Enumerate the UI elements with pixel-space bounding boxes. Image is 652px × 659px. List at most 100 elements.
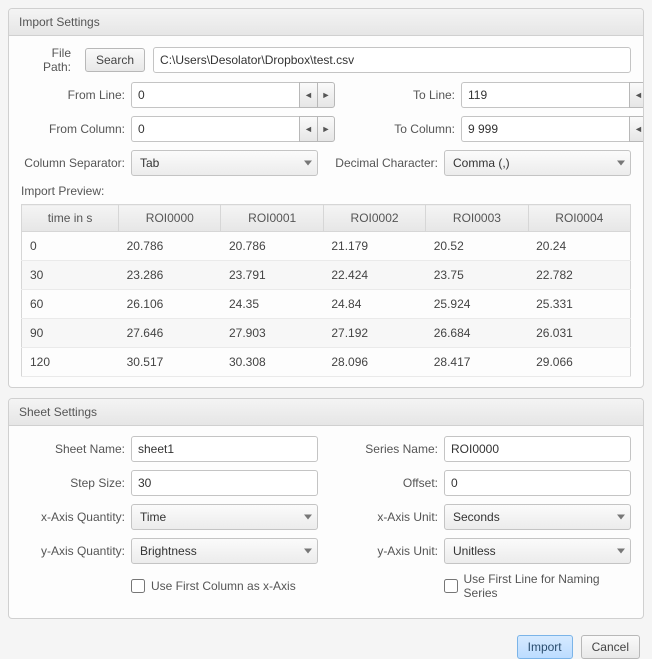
series-name-input[interactable] bbox=[444, 436, 631, 462]
to-line-label: To Line: bbox=[351, 88, 461, 102]
to-line-input[interactable] bbox=[461, 82, 629, 108]
from-line-increment[interactable]: ► bbox=[317, 82, 335, 108]
offset-label: Offset: bbox=[334, 476, 444, 490]
y-axis-unit-value: Unitless bbox=[453, 544, 496, 558]
table-cell: 22.782 bbox=[528, 261, 630, 290]
to-column-spinner: ◄ ► bbox=[461, 116, 644, 142]
table-cell: 20.52 bbox=[426, 232, 528, 261]
preview-header[interactable]: ROI0001 bbox=[221, 205, 323, 232]
chevron-down-icon bbox=[617, 549, 625, 554]
import-button[interactable]: Import bbox=[517, 635, 573, 659]
from-column-spinner: ◄ ► bbox=[131, 116, 335, 142]
column-separator-select[interactable]: Tab bbox=[131, 150, 318, 176]
offset-input[interactable] bbox=[444, 470, 631, 496]
dialog-footer: Import Cancel bbox=[8, 629, 644, 659]
table-cell: 27.646 bbox=[119, 319, 221, 348]
table-cell: 28.417 bbox=[426, 348, 528, 377]
x-axis-unit-select[interactable]: Seconds bbox=[444, 504, 631, 530]
preview-header[interactable]: time in s bbox=[22, 205, 119, 232]
import-settings-panel: Import Settings File Path: Search From L… bbox=[8, 8, 644, 388]
table-cell: 30 bbox=[22, 261, 119, 290]
y-axis-quantity-label: y-Axis Quantity: bbox=[21, 544, 131, 558]
step-size-input[interactable] bbox=[131, 470, 318, 496]
table-cell: 120 bbox=[22, 348, 119, 377]
table-cell: 0 bbox=[22, 232, 119, 261]
table-cell: 27.192 bbox=[323, 319, 425, 348]
table-cell: 26.031 bbox=[528, 319, 630, 348]
table-cell: 20.786 bbox=[221, 232, 323, 261]
cancel-button[interactable]: Cancel bbox=[581, 635, 640, 659]
to-line-spinner: ◄ ► bbox=[461, 82, 644, 108]
step-size-label: Step Size: bbox=[21, 476, 131, 490]
to-line-decrement[interactable]: ◄ bbox=[629, 82, 644, 108]
column-separator-value: Tab bbox=[140, 156, 159, 170]
x-axis-quantity-label: x-Axis Quantity: bbox=[21, 510, 131, 524]
preview-header[interactable]: ROI0002 bbox=[323, 205, 425, 232]
table-cell: 23.75 bbox=[426, 261, 528, 290]
from-line-label: From Line: bbox=[21, 88, 131, 102]
table-cell: 90 bbox=[22, 319, 119, 348]
to-column-decrement[interactable]: ◄ bbox=[629, 116, 644, 142]
preview-header[interactable]: ROI0004 bbox=[528, 205, 630, 232]
chevron-down-icon bbox=[617, 515, 625, 520]
chevron-down-icon bbox=[304, 549, 312, 554]
sheet-settings-panel: Sheet Settings Sheet Name: Series Name: … bbox=[8, 398, 644, 619]
y-axis-quantity-select[interactable]: Brightness bbox=[131, 538, 318, 564]
table-cell: 20.786 bbox=[119, 232, 221, 261]
use-first-line-checkbox-input[interactable] bbox=[444, 579, 458, 593]
x-axis-unit-value: Seconds bbox=[453, 510, 500, 524]
x-axis-quantity-select[interactable]: Time bbox=[131, 504, 318, 530]
table-cell: 28.096 bbox=[323, 348, 425, 377]
table-cell: 26.106 bbox=[119, 290, 221, 319]
table-cell: 60 bbox=[22, 290, 119, 319]
x-axis-unit-label: x-Axis Unit: bbox=[334, 510, 444, 524]
table-cell: 25.924 bbox=[426, 290, 528, 319]
table-cell: 29.066 bbox=[528, 348, 630, 377]
from-column-label: From Column: bbox=[21, 122, 131, 136]
from-column-decrement[interactable]: ◄ bbox=[299, 116, 317, 142]
table-cell: 27.903 bbox=[221, 319, 323, 348]
table-cell: 30.308 bbox=[221, 348, 323, 377]
from-line-decrement[interactable]: ◄ bbox=[299, 82, 317, 108]
use-first-column-checkbox[interactable]: Use First Column as x-Axis bbox=[131, 579, 296, 593]
import-preview-label: Import Preview: bbox=[21, 184, 631, 198]
decimal-character-select[interactable]: Comma (,) bbox=[444, 150, 631, 176]
table-cell: 25.331 bbox=[528, 290, 630, 319]
decimal-character-label: Decimal Character: bbox=[334, 156, 444, 170]
preview-header[interactable]: ROI0003 bbox=[426, 205, 528, 232]
table-cell: 26.684 bbox=[426, 319, 528, 348]
use-first-line-checkbox[interactable]: Use First Line for Naming Series bbox=[444, 572, 631, 600]
from-line-spinner: ◄ ► bbox=[131, 82, 335, 108]
y-axis-unit-select[interactable]: Unitless bbox=[444, 538, 631, 564]
table-cell: 22.424 bbox=[323, 261, 425, 290]
chevron-down-icon bbox=[304, 515, 312, 520]
to-column-label: To Column: bbox=[351, 122, 461, 136]
decimal-character-value: Comma (,) bbox=[453, 156, 510, 170]
table-cell: 23.791 bbox=[221, 261, 323, 290]
search-button[interactable]: Search bbox=[85, 48, 145, 72]
sheet-name-input[interactable] bbox=[131, 436, 318, 462]
import-settings-title: Import Settings bbox=[9, 9, 643, 36]
from-line-input[interactable] bbox=[131, 82, 299, 108]
from-column-input[interactable] bbox=[131, 116, 299, 142]
preview-header[interactable]: ROI0000 bbox=[119, 205, 221, 232]
to-column-input[interactable] bbox=[461, 116, 629, 142]
file-path-label: File Path: bbox=[21, 46, 77, 74]
use-first-column-label: Use First Column as x-Axis bbox=[151, 579, 296, 593]
table-cell: 20.24 bbox=[528, 232, 630, 261]
table-row: 020.78620.78621.17920.5220.24 bbox=[22, 232, 631, 261]
table-row: 6026.10624.3524.8425.92425.331 bbox=[22, 290, 631, 319]
table-cell: 23.286 bbox=[119, 261, 221, 290]
table-row: 3023.28623.79122.42423.7522.782 bbox=[22, 261, 631, 290]
use-first-line-label: Use First Line for Naming Series bbox=[464, 572, 631, 600]
file-path-input[interactable] bbox=[153, 47, 631, 73]
chevron-down-icon bbox=[617, 161, 625, 166]
table-row: 12030.51730.30828.09628.41729.066 bbox=[22, 348, 631, 377]
use-first-column-checkbox-input[interactable] bbox=[131, 579, 145, 593]
preview-table: time in sROI0000ROI0001ROI0002ROI0003ROI… bbox=[21, 204, 631, 377]
table-cell: 30.517 bbox=[119, 348, 221, 377]
table-cell: 24.35 bbox=[221, 290, 323, 319]
from-column-increment[interactable]: ► bbox=[317, 116, 335, 142]
sheet-name-label: Sheet Name: bbox=[21, 442, 131, 456]
y-axis-quantity-value: Brightness bbox=[140, 544, 197, 558]
